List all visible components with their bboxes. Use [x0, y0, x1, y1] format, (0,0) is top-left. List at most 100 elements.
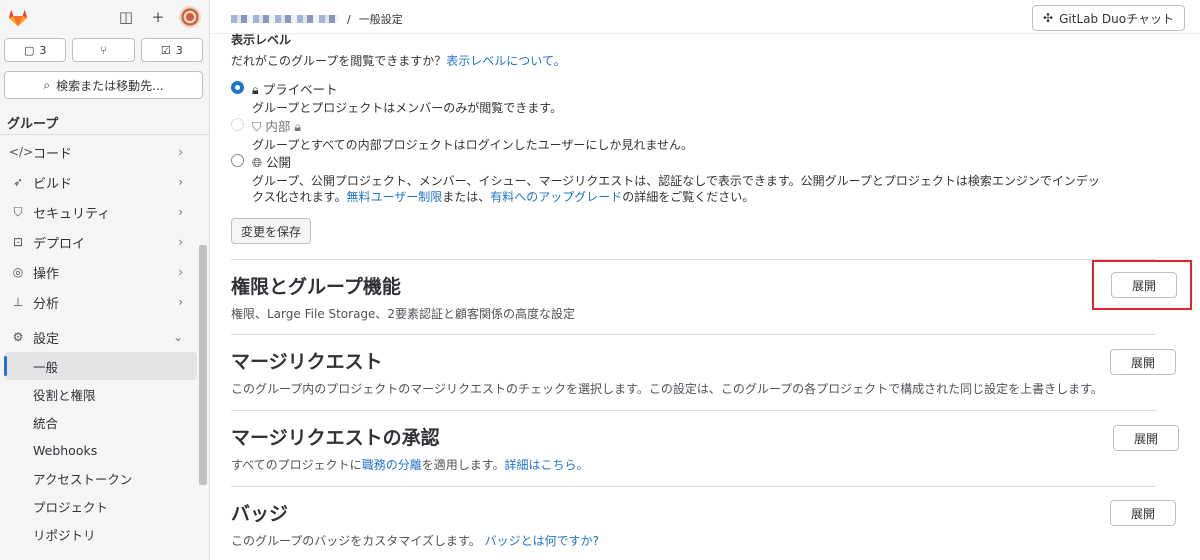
sidebar-subitem-label: Webhooks [33, 442, 98, 458]
free-user-limit-link[interactable]: 無料ユーザー制限 [346, 190, 442, 204]
sidebar-divider [0, 134, 209, 135]
section-title: マージリクエスト [231, 351, 383, 373]
private-label-row: 🔒︎ プライベート [252, 79, 562, 98]
sidebar-subitem-label: プロジェクト [33, 499, 109, 515]
sidebar-subitem-label: リポジトリ [33, 527, 96, 543]
private-desc: グループとプロジェクトはメンバーのみが閲覧できます。 [252, 101, 563, 115]
sidebar-item-security[interactable]: ⛉ セキュリティ › [0, 197, 197, 227]
top-header: / 一般設定 ✣ GitLab Duoチャット [211, 0, 1200, 34]
sidebar-subitem-roles[interactable]: 役割と権限 [0, 380, 197, 408]
section-desc-text: すべてのプロジェクトに [231, 458, 362, 472]
shield-icon: ⛉ [252, 119, 262, 134]
sidebar-item-label: 分析 [33, 296, 60, 312]
monitor-icon: ◎ [12, 265, 24, 279]
gear-icon: ⚙ [12, 330, 24, 344]
expand-badges-button[interactable]: 展開 [1110, 500, 1177, 526]
section-title: 権限とグループ機能 [231, 276, 401, 298]
sidebar-subitem-general[interactable]: 一般 [4, 352, 197, 380]
public-desc-text: の詳細をご覧ください。 [622, 190, 755, 204]
section-desc: 権限、Large File Storage、2要素認証と顧客関係の高度な設定 [231, 307, 576, 321]
visibility-option-private[interactable]: 🔒︎ プライベート グループとプロジェクトはメンバーのみが閲覧できます。 [231, 79, 562, 116]
sidebar-item-code[interactable]: </> コード › [0, 137, 197, 167]
visibility-help-link[interactable]: 表示レベルについて。 [446, 54, 565, 68]
chevron-right-icon: › [178, 235, 183, 249]
section-desc-text: を適用します。 [421, 458, 505, 472]
learn-more-link[interactable]: 詳細はこちら。 [505, 458, 589, 472]
sidebar-item-label: セキュリティ [33, 206, 111, 222]
search-button[interactable]: ⌕ 検索または移動先... [4, 71, 203, 99]
visibility-question-text: だれがこのグループを閲覧できますか？ [231, 54, 447, 68]
sidebar-item-deploy[interactable]: ⊡ デプロイ › [0, 227, 197, 257]
sidebar: ◫ + ▢ 3 ⑂ ☑ 3 ⌕ 検索または移動先... グループ </> コード › ➶… [0, 0, 210, 560]
group-label: グループ [7, 117, 59, 132]
section-desc-text: このグループのバッジをカスタマイズします。 [231, 534, 481, 548]
expand-merge-requests-button[interactable]: 展開 [1110, 349, 1177, 375]
counters: ▢ 3 ⑂ ☑ 3 [4, 38, 203, 62]
sidebar-subitem-label: アクセストークン [33, 471, 133, 487]
sidebar-subitem-webhooks[interactable]: Webhooks [0, 436, 197, 464]
lock-icon: 🔒︎ [252, 82, 259, 97]
sidebar-scrollbar[interactable] [199, 245, 207, 485]
chevron-down-icon: ⌄ [172, 330, 183, 344]
lock-icon: 🔒︎ [294, 119, 302, 134]
sidebar-top: ◫ + [0, 0, 209, 34]
separation-of-duties-link[interactable]: 職務の分離 [362, 458, 422, 472]
sidebar-item-label: デプロイ [33, 236, 86, 252]
upgrade-link[interactable]: 有料へのアップグレード [490, 190, 622, 204]
chevron-right-icon: › [178, 205, 183, 219]
private-radio[interactable] [231, 81, 244, 94]
breadcrumb-redacted-group[interactable] [231, 15, 339, 23]
todos-count: 3 [175, 43, 183, 57]
internal-desc: グループとすべての内部プロジェクトはログインしたユーザーにしか見れません。 [252, 138, 694, 152]
save-changes-button[interactable]: 変更を保存 [231, 218, 312, 244]
internal-label-row: ⛉ 内部 🔒︎ [252, 116, 693, 135]
gitlab-logo-icon[interactable] [7, 7, 29, 27]
sidebar-subitem-repository[interactable]: リポジトリ [0, 520, 197, 548]
chevron-right-icon: › [178, 295, 183, 309]
issue-icon: ▢ [23, 43, 35, 57]
section-permissions: 権限とグループ機能 権限、Large File Storage、2要素認証と顧客… [231, 259, 1156, 334]
code-icon: </> [9, 145, 34, 159]
plus-icon[interactable]: + [147, 6, 169, 28]
badges-help-link[interactable]: バッジとは何ですか? [485, 534, 599, 548]
todo-icon: ☑ [160, 43, 171, 57]
sidebar-subitem-access-tokens[interactable]: アクセストークン [0, 464, 197, 492]
merge-request-icon: ⑂ [100, 43, 107, 57]
sidebar-toggle-icon[interactable]: ◫ [115, 6, 137, 28]
deploy-icon: ⊡ [12, 235, 24, 249]
chevron-right-icon: › [178, 265, 183, 279]
visibility-option-internal[interactable]: ⛉ 内部 🔒︎ グループとすべての内部プロジェクトはログインしたユーザーにしか見… [231, 116, 693, 153]
sidebar-item-operate[interactable]: ◎ 操作 › [0, 257, 197, 287]
duo-icon: ✣ [1043, 11, 1054, 25]
avatar[interactable] [179, 6, 201, 28]
visibility-option-public[interactable]: 🌐︎ 公開 グループ、公開プロジェクト、メンバー、イシュー、マージリクエストは、… [231, 152, 1100, 205]
issues-counter-button[interactable]: ▢ 3 [4, 38, 67, 62]
issues-count: 3 [39, 43, 47, 57]
duo-chat-button[interactable]: ✣ GitLab Duoチャット [1032, 5, 1185, 31]
expand-mr-approvals-button[interactable]: 展開 [1113, 425, 1180, 451]
sidebar-subitem-label: 統合 [33, 415, 59, 431]
sidebar-item-label: ビルド [33, 176, 73, 192]
highlight-box [1092, 260, 1192, 310]
sidebar-item-analyze[interactable]: ⊥ 分析 › [0, 287, 197, 317]
public-desc: グループ、公開プロジェクト、メンバー、イシュー、マージリクエストは、認証なしで表… [252, 173, 1100, 205]
section-desc: このグループ内のプロジェクトのマージリクエストのチェックを選択します。この設定は… [231, 382, 1103, 396]
private-label: プライベート [262, 82, 338, 97]
sidebar-subitem-projects[interactable]: プロジェクト [0, 492, 197, 520]
breadcrumb-current[interactable]: 一般設定 [359, 11, 403, 27]
internal-radio[interactable] [231, 118, 244, 131]
duo-chat-label: GitLab Duoチャット [1059, 11, 1174, 26]
sidebar-item-settings[interactable]: ⚙ 設定 ⌄ [0, 322, 197, 352]
todos-counter-button[interactable]: ☑ 3 [140, 38, 203, 62]
sidebar-nav: </> コード › ➶ ビルド › ⛉ セキュリティ › ⊡ デプロイ › ◎ 操作 › ⊥ 分析 › … [0, 137, 197, 548]
globe-icon: 🌐︎ [252, 155, 263, 170]
sidebar-item-build[interactable]: ➶ ビルド › [0, 167, 197, 197]
public-radio[interactable] [231, 154, 244, 167]
public-desc-text: または、 [442, 190, 491, 204]
merge-requests-counter-button[interactable]: ⑂ [72, 38, 135, 62]
section-title: マージリクエストの承認 [231, 427, 440, 449]
shield-icon: ⛉ [13, 204, 23, 219]
sidebar-subitem-integrations[interactable]: 統合 [0, 408, 197, 436]
section-merge-requests: マージリクエスト このグループ内のプロジェクトのマージリクエストのチェックを選択… [231, 334, 1156, 410]
public-desc-line2: クス化されます。無料ユーザー制限または、有料へのアップグレードの詳細をご覧くださ… [252, 189, 1100, 205]
